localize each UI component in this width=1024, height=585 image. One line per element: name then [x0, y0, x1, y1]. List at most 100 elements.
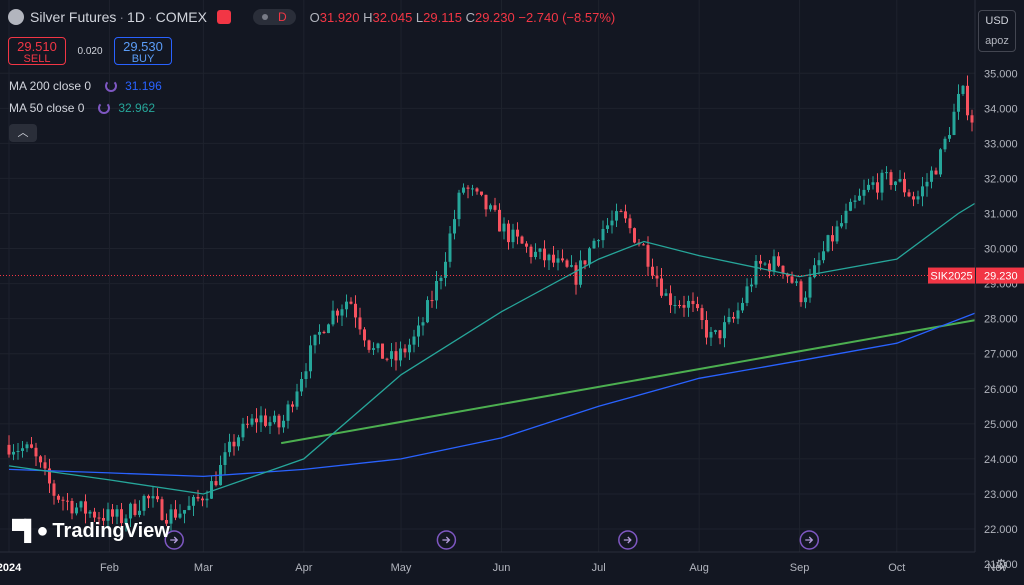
candle-body — [403, 348, 407, 353]
candle-body — [241, 423, 245, 438]
currency-label[interactable]: USD — [979, 11, 1015, 31]
tradingview-logo[interactable]: ▀▌● TradingView — [12, 520, 170, 543]
candle-body — [745, 286, 749, 303]
candle-body — [300, 378, 303, 392]
price-tick-label: 22.000 — [984, 524, 1018, 536]
candle-body — [466, 187, 470, 189]
candle-body — [934, 170, 938, 175]
candle-body — [313, 334, 317, 346]
market-status-pill[interactable]: D — [252, 9, 296, 25]
loading-icon — [98, 102, 111, 114]
candle-body — [889, 172, 893, 186]
flag-icon[interactable] — [216, 10, 231, 24]
interval[interactable]: 1D — [127, 9, 145, 25]
candle-body — [448, 233, 452, 262]
high-label: H — [363, 9, 373, 25]
candle-body — [106, 509, 110, 521]
candle-body — [588, 248, 591, 265]
indicator-ma200[interactable]: MA 200 close 0 31.196 — [9, 79, 162, 93]
price-tick-label: 30.000 — [984, 244, 1018, 256]
candle-body — [529, 246, 533, 258]
candle-body — [714, 330, 717, 332]
candle-body — [795, 281, 798, 283]
candle-body — [282, 420, 285, 428]
candle-body — [808, 277, 812, 298]
candle-body — [669, 293, 672, 306]
candle-body — [727, 316, 731, 323]
candle-body — [52, 483, 56, 496]
candle-body — [192, 496, 195, 506]
candle-body — [799, 281, 803, 303]
candle-body — [502, 223, 506, 232]
candle-body — [57, 495, 60, 500]
candle-body — [583, 260, 587, 265]
high-value: 32.045 — [372, 9, 413, 25]
candle-body — [457, 192, 461, 220]
symbol-name[interactable]: Silver Futures — [30, 9, 116, 25]
silver-symbol-icon — [8, 9, 24, 25]
candle-body — [345, 301, 348, 310]
candle-body — [673, 305, 677, 307]
low-value: 29.115 — [423, 9, 462, 25]
candle-body — [556, 258, 560, 263]
candle-body — [619, 211, 623, 213]
candle-body — [498, 209, 501, 232]
candle-body — [187, 505, 191, 511]
candle-body — [61, 499, 65, 501]
candle-body — [430, 300, 434, 302]
candle-body — [12, 451, 15, 455]
candle-body — [489, 205, 492, 210]
candle-body — [291, 404, 294, 407]
gear-icon[interactable]: ⚙ — [995, 556, 1008, 573]
candle-body — [268, 422, 272, 426]
candle-body — [75, 507, 78, 514]
price-axis: 21.00022.00023.00024.00025.00026.00027.0… — [984, 68, 1018, 571]
candle-body — [228, 441, 231, 453]
price-tick-label: 33.000 — [984, 138, 1018, 150]
scale-mode-label[interactable]: apoz — [979, 31, 1015, 51]
candle-body — [606, 225, 609, 229]
separator-dot: · — [119, 9, 125, 25]
candle-body — [610, 220, 614, 226]
candle-body — [66, 500, 69, 502]
candle-body — [160, 499, 164, 520]
candle-body — [331, 310, 335, 325]
candle-body — [84, 501, 87, 514]
candle-body — [399, 348, 402, 361]
event-markers[interactable] — [164, 530, 1024, 550]
chevron-up-icon: ︿ — [17, 127, 29, 139]
candle-body — [898, 179, 902, 182]
candle-body — [39, 456, 42, 463]
sell-button[interactable]: 29.510 SELL — [8, 37, 66, 65]
price-tick-label: 26.000 — [984, 384, 1018, 396]
candle-body — [597, 240, 600, 242]
last-price-tag: SIK2025 29.230 — [928, 267, 1024, 284]
buy-button[interactable]: 29.530 BUY — [114, 37, 172, 65]
candle-body — [520, 236, 524, 244]
candle-body — [30, 444, 33, 448]
indicator-label: MA 200 close 0 — [9, 79, 92, 93]
candle-body — [894, 181, 897, 186]
candle-body — [336, 310, 339, 316]
time-tick-label: Aug — [689, 562, 709, 574]
candle-body — [421, 322, 425, 326]
candle-body — [691, 300, 695, 305]
candle-body — [930, 170, 933, 182]
candle-body — [570, 265, 573, 267]
candle-body — [817, 260, 821, 266]
collapse-legend-button[interactable]: ︿ — [9, 124, 37, 142]
candle-body — [741, 302, 744, 311]
candle-body — [354, 303, 357, 318]
candle-body — [196, 496, 200, 499]
candle-body — [723, 322, 726, 339]
time-scale-bg[interactable] — [0, 552, 1024, 585]
candle-body — [250, 418, 254, 425]
candle-body — [840, 223, 843, 227]
candle-body — [151, 496, 155, 499]
candle-body — [273, 415, 276, 423]
indicator-ma50[interactable]: MA 50 close 0 32.962 — [9, 101, 155, 115]
scale-settings[interactable]: USD apoz — [978, 10, 1016, 52]
price-tick-label: 35.000 — [984, 68, 1018, 80]
candle-body — [525, 243, 528, 247]
candle-body — [412, 336, 416, 345]
